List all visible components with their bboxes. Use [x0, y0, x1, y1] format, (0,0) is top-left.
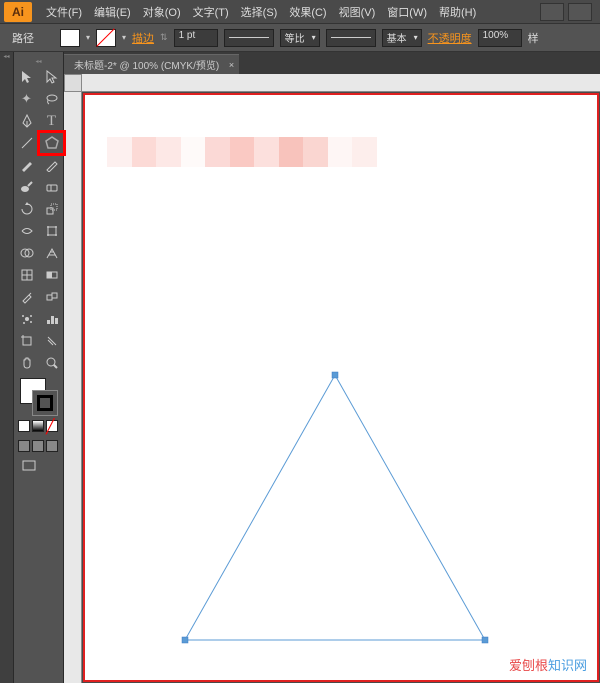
polygon-tool[interactable] [39, 132, 64, 154]
app-logo: Ai [4, 2, 32, 22]
menu-select[interactable]: 选择(S) [235, 4, 284, 20]
eyedropper-tool[interactable] [14, 286, 39, 308]
stroke-weight-input[interactable]: 1 pt [174, 29, 218, 47]
pencil-tool[interactable] [39, 154, 64, 176]
blend-tool[interactable] [39, 286, 64, 308]
mesh-tool[interactable] [14, 264, 39, 286]
artboard[interactable]: 爱刨根知识网 [83, 93, 599, 682]
toolbox: ✦ T [14, 52, 64, 683]
gradient-mode-icon[interactable] [32, 420, 44, 432]
options-bar: 路径 ▾ ▾ 描边 ⇅ 1 pt 等比 基本 不透明度 100% 样 [0, 24, 600, 52]
slice-tool[interactable] [39, 330, 64, 352]
eraser-tool[interactable] [39, 176, 64, 198]
path-label: 路径 [12, 30, 34, 46]
menu-type[interactable]: 文字(T) [187, 4, 235, 20]
dropdown-icon[interactable]: ▾ [122, 33, 126, 42]
rotate-tool[interactable] [14, 198, 39, 220]
fill-stroke-control[interactable] [14, 374, 63, 418]
type-tool[interactable]: T [39, 110, 64, 132]
menu-right-icons [540, 3, 600, 21]
stroke-swatch[interactable] [96, 29, 116, 47]
watermark-suffix: 知识网 [548, 658, 587, 673]
dropdown-icon[interactable]: ▾ [86, 33, 90, 42]
scale-tool[interactable] [39, 198, 64, 220]
screen-mode-swatches [14, 434, 63, 454]
tab-close-icon[interactable]: × [229, 60, 234, 70]
canvas-area: 未标题-2* @ 100% (CMYK/预览) × [64, 52, 600, 683]
ruler-vertical[interactable] [64, 92, 82, 683]
toolbox-grip-icon[interactable] [14, 56, 63, 66]
opacity-input[interactable]: 100% [478, 29, 522, 47]
pen-tool[interactable] [14, 110, 39, 132]
width-tool[interactable] [14, 220, 39, 242]
ruler-horizontal[interactable] [82, 74, 600, 92]
brush-preview[interactable] [326, 29, 376, 47]
watermark-brand: 爱刨根 [509, 658, 548, 673]
menu-file[interactable]: 文件(F) [40, 4, 88, 20]
anchor-point-icon[interactable] [182, 637, 188, 643]
color-mode-icon[interactable] [18, 420, 30, 432]
fill-swatch[interactable] [60, 29, 80, 47]
menu-window[interactable]: 窗口(W) [381, 4, 433, 20]
free-transform-tool[interactable] [39, 220, 64, 242]
arrange-icon[interactable] [568, 3, 592, 21]
tab-title: 未标题-2* @ 100% (CMYK/预览) [74, 57, 219, 72]
stroke-link[interactable]: 描边 [132, 30, 154, 46]
style-label: 样 [528, 30, 539, 46]
selection-tool[interactable] [14, 66, 39, 88]
anchor-point-icon[interactable] [332, 372, 338, 378]
tab-bar: 未标题-2* @ 100% (CMYK/预览) × [64, 52, 600, 74]
watermark: 爱刨根知识网 [509, 655, 587, 674]
layout-icon[interactable] [540, 3, 564, 21]
stroke-weight-stepper[interactable]: ⇅ [160, 32, 168, 43]
lasso-tool[interactable] [39, 88, 64, 110]
menu-edit[interactable]: 编辑(E) [88, 4, 137, 20]
draw-inside-icon[interactable] [46, 440, 58, 452]
document-tab[interactable]: 未标题-2* @ 100% (CMYK/预览) × [64, 54, 239, 74]
magic-wand-tool[interactable]: ✦ [14, 88, 39, 110]
ruler-origin[interactable] [64, 74, 82, 92]
menu-help[interactable]: 帮助(H) [433, 4, 482, 20]
blob-brush-tool[interactable] [14, 176, 39, 198]
stroke-color-swatch[interactable] [32, 390, 58, 416]
opacity-link[interactable]: 不透明度 [428, 30, 472, 46]
none-mode-icon[interactable]: ╱ [46, 420, 58, 432]
brush-dropdown[interactable]: 基本 [382, 29, 422, 47]
menu-view[interactable]: 视图(V) [333, 4, 382, 20]
gradient-tool[interactable] [39, 264, 64, 286]
profile-dropdown[interactable]: 等比 [280, 29, 320, 47]
menu-effect[interactable]: 效果(C) [283, 4, 332, 20]
zoom-tool[interactable] [39, 352, 64, 374]
symbol-sprayer-tool[interactable] [14, 308, 39, 330]
triangle-shape[interactable] [175, 370, 495, 650]
hand-tool[interactable] [14, 352, 39, 374]
dock-grip-icon[interactable] [0, 52, 13, 60]
draw-normal-icon[interactable] [18, 440, 30, 452]
shape-builder-tool[interactable] [14, 242, 39, 264]
anchor-point-icon[interactable] [482, 637, 488, 643]
artboard-tool[interactable] [14, 330, 39, 352]
line-tool[interactable] [14, 132, 39, 154]
stroke-profile-preview[interactable] [224, 29, 274, 47]
paintbrush-tool[interactable] [14, 154, 39, 176]
menu-bar: Ai 文件(F) 编辑(E) 对象(O) 文字(T) 选择(S) 效果(C) 视… [0, 0, 600, 24]
dock-strip[interactable] [0, 52, 14, 683]
redacted-region [107, 137, 377, 167]
direct-selection-tool[interactable] [39, 66, 64, 88]
perspective-grid-tool[interactable] [39, 242, 64, 264]
screen-mode-button[interactable] [14, 454, 63, 481]
column-graph-tool[interactable] [39, 308, 64, 330]
menu-object[interactable]: 对象(O) [137, 4, 187, 20]
color-mode-swatches: ╱ [14, 418, 63, 434]
draw-behind-icon[interactable] [32, 440, 44, 452]
